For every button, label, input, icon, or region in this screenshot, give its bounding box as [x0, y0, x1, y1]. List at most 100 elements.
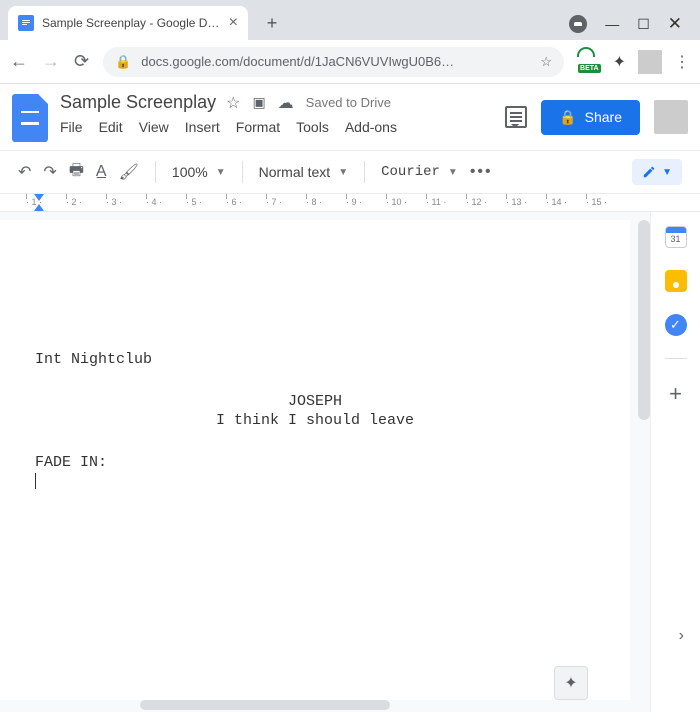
document-area: Int Nightclub JOSEPH I think I should le…: [0, 212, 650, 712]
docs-favicon: [18, 15, 34, 31]
ruler-tick: · 4 ·: [146, 197, 186, 207]
forward-button[interactable]: →: [42, 51, 60, 72]
toolbar-separator: [155, 161, 156, 183]
back-button[interactable]: ←: [10, 51, 28, 72]
chevron-down-icon: ▼: [338, 167, 348, 178]
menu-view[interactable]: View: [139, 119, 169, 135]
maximize-button[interactable]: ☐: [637, 16, 650, 33]
tasks-addon-icon[interactable]: ✓: [665, 314, 687, 336]
menu-bar: File Edit View Insert Format Tools Add-o…: [60, 119, 493, 135]
zoom-value: 100%: [172, 164, 208, 180]
lock-share-icon: 🔒: [559, 109, 576, 126]
ruler-tick: · 2 ·: [66, 197, 106, 207]
character-name[interactable]: JOSEPH: [35, 392, 595, 412]
tab-strip: Sample Screenplay - Google Docs × + ― ☐ …: [0, 0, 700, 40]
ruler-tick: · 9 ·: [346, 197, 386, 207]
lock-icon: 🔒: [115, 54, 131, 70]
docs-header: Sample Screenplay ☆ ▣ ☁ Saved to Drive F…: [0, 84, 700, 142]
horizontal-scrollbar[interactable]: [140, 700, 390, 710]
undo-button[interactable]: ↶: [18, 162, 31, 182]
document-title[interactable]: Sample Screenplay: [60, 92, 216, 113]
ruler-tick: · 14 ·: [546, 197, 586, 207]
toolbar: ↶ ↷ 🖶 A̲ 🖌 100% ▼ Normal text ▼ Courier …: [0, 150, 700, 194]
ruler-tick: · 5 ·: [186, 197, 226, 207]
menu-tools[interactable]: Tools: [296, 119, 329, 135]
reload-button[interactable]: ⟳: [74, 51, 89, 72]
comments-icon[interactable]: [505, 106, 527, 128]
zoom-select[interactable]: 100% ▼: [172, 164, 226, 180]
ruler-tick: · 8 ·: [306, 197, 346, 207]
beta-extension-icon[interactable]: BETA: [578, 53, 601, 71]
close-tab-icon[interactable]: ×: [229, 14, 238, 32]
collapse-side-panel-button[interactable]: ›: [679, 627, 684, 645]
menu-addons[interactable]: Add-ons: [345, 119, 397, 135]
browser-avatar[interactable]: [638, 50, 662, 74]
ruler-tick: · 11 ·: [426, 197, 466, 207]
menu-format[interactable]: Format: [236, 119, 280, 135]
cloud-saved-icon: ☁: [278, 93, 294, 113]
font-select[interactable]: Courier ▼: [381, 164, 458, 180]
style-value: Normal text: [259, 164, 331, 180]
side-panel-divider: [665, 358, 687, 359]
menu-edit[interactable]: Edit: [99, 119, 123, 135]
ruler-tick: · 3 ·: [106, 197, 146, 207]
browser-menu-icon[interactable]: ⋮: [674, 52, 690, 72]
ruler-tick: · 1 ·: [26, 197, 66, 207]
menu-file[interactable]: File: [60, 119, 83, 135]
ruler-tick: · 10 ·: [386, 197, 426, 207]
horizontal-ruler[interactable]: · 1 ·· 2 ·· 3 ·· 4 ·· 5 ·· 6 ·· 7 ·· 8 ·…: [0, 194, 700, 212]
pencil-icon: [642, 165, 656, 179]
editing-mode-button[interactable]: ▼: [632, 159, 682, 185]
browser-chrome: Sample Screenplay - Google Docs × + ― ☐ …: [0, 0, 700, 84]
menu-insert[interactable]: Insert: [185, 119, 220, 135]
minimize-button[interactable]: ―: [605, 16, 619, 32]
docs-logo[interactable]: [12, 94, 48, 142]
side-panel: 31 ✓ + ›: [650, 212, 700, 712]
url-text: docs.google.com/document/d/1JaCN6VUVIwgU…: [141, 54, 530, 69]
save-status: Saved to Drive: [306, 95, 391, 110]
tab-title: Sample Screenplay - Google Docs: [42, 16, 221, 30]
browser-tab[interactable]: Sample Screenplay - Google Docs ×: [8, 6, 248, 40]
paint-format-button[interactable]: 🖌: [119, 162, 139, 182]
dialogue-line[interactable]: I think I should leave: [35, 411, 595, 431]
spellcheck-button[interactable]: A̲: [96, 163, 107, 181]
calendar-addon-icon[interactable]: 31: [665, 226, 687, 248]
document-page[interactable]: Int Nightclub JOSEPH I think I should le…: [0, 220, 630, 700]
main-area: Int Nightclub JOSEPH I think I should le…: [0, 212, 700, 712]
chevron-down-icon: ▼: [216, 167, 226, 178]
ruler-tick: · 15 ·: [586, 197, 626, 207]
move-document-icon[interactable]: ▣: [252, 94, 265, 111]
star-icon[interactable]: ☆: [540, 54, 552, 70]
url-input[interactable]: 🔒 docs.google.com/document/d/1JaCN6VUVIw…: [103, 47, 564, 77]
explore-button[interactable]: ✦: [554, 666, 588, 700]
window-controls: ― ☐ ✕: [569, 14, 700, 34]
vertical-scrollbar[interactable]: [636, 212, 650, 712]
new-tab-button[interactable]: +: [258, 9, 286, 37]
scene-heading[interactable]: Int Nightclub: [35, 350, 595, 370]
share-label: Share: [585, 109, 622, 125]
chevron-down-icon: ▼: [448, 167, 458, 178]
text-cursor: [35, 473, 36, 489]
chevron-down-icon: ▼: [662, 167, 672, 178]
address-bar: ← → ⟳ 🔒 docs.google.com/document/d/1JaCN…: [0, 40, 700, 84]
add-addon-button[interactable]: +: [669, 381, 682, 407]
doc-meta: Sample Screenplay ☆ ▣ ☁ Saved to Drive F…: [60, 92, 493, 142]
print-button[interactable]: 🖶: [69, 159, 84, 186]
extensions-icon[interactable]: ✦: [613, 52, 626, 72]
ruler-tick: · 7 ·: [266, 197, 306, 207]
transition-text[interactable]: FADE IN:: [35, 453, 595, 473]
profile-icon[interactable]: [569, 15, 587, 33]
more-toolbar-button[interactable]: •••: [470, 163, 493, 181]
redo-button[interactable]: ↷: [43, 162, 56, 182]
close-window-button[interactable]: ✕: [668, 14, 682, 34]
ruler-tick: · 6 ·: [226, 197, 266, 207]
account-avatar[interactable]: [654, 100, 688, 134]
toolbar-separator: [364, 161, 365, 183]
extensions-area: BETA ✦ ⋮: [578, 50, 690, 74]
ruler-tick: · 13 ·: [506, 197, 546, 207]
keep-addon-icon[interactable]: [665, 270, 687, 292]
style-select[interactable]: Normal text ▼: [259, 164, 348, 180]
star-document-icon[interactable]: ☆: [226, 93, 240, 113]
toolbar-separator: [242, 161, 243, 183]
share-button[interactable]: 🔒 Share: [541, 100, 640, 135]
